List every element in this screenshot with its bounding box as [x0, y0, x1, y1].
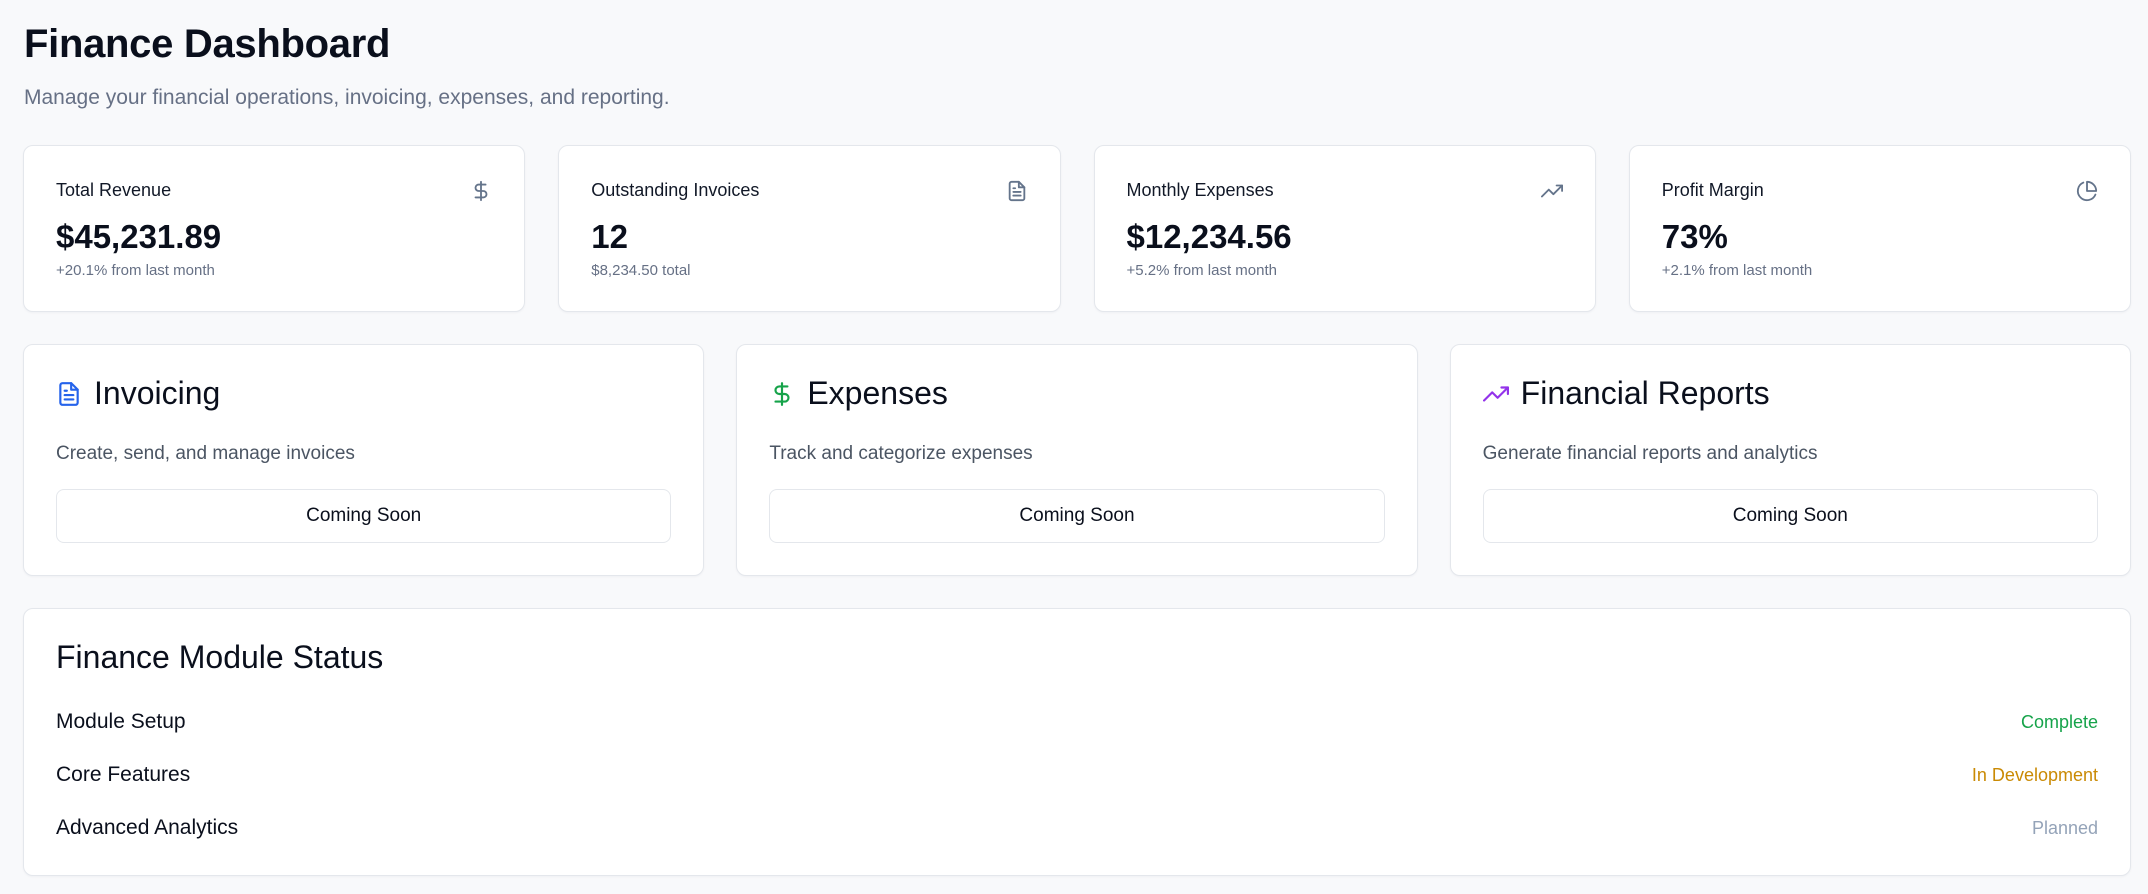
status-badge: Planned [2031, 817, 2098, 838]
module-status-card: Finance Module Status Module Setup Compl… [23, 608, 2131, 876]
expenses-coming-soon-button[interactable]: Coming Soon [769, 489, 1385, 543]
status-badge: Complete [2020, 711, 2098, 732]
status-item-name: Core Features [56, 763, 191, 786]
stat-subtext: +2.1% from last month [1661, 262, 1813, 279]
stat-label: Outstanding Invoices [591, 180, 760, 200]
invoicing-coming-soon-button[interactable]: Coming Soon [56, 489, 672, 543]
stat-label: Monthly Expenses [1126, 180, 1274, 200]
module-description: Generate financial reports and analytics [1482, 443, 1818, 464]
stat-card-outstanding-invoices: Outstanding Invoices 12 $8,234.50 total [558, 145, 1061, 312]
module-card-invoicing: Invoicing Create, send, and manage invoi… [23, 344, 705, 576]
module-title: Financial Reports [1520, 375, 1770, 411]
status-row: Core Features In Development [56, 760, 2098, 790]
stat-label: Total Revenue [56, 180, 172, 200]
stat-value: $12,234.56 [1126, 218, 1292, 255]
finance-dashboard-page: Finance Dashboard Manage your financial … [0, 0, 2148, 894]
trending-up-icon [1540, 180, 1563, 202]
reports-coming-soon-button[interactable]: Coming Soon [1482, 489, 2098, 543]
stat-card-monthly-expenses: Monthly Expenses $12,234.56 +5.2% from l… [1093, 145, 1596, 312]
stat-value: $45,231.89 [56, 218, 222, 255]
status-item-name: Advanced Analytics [56, 816, 239, 839]
module-card-financial-reports: Financial Reports Generate financial rep… [1449, 344, 2131, 576]
modules-grid: Invoicing Create, send, and manage invoi… [23, 344, 2131, 576]
module-card-expenses: Expenses Track and categorize expenses C… [736, 344, 1418, 576]
status-row: Advanced Analytics Planned [56, 813, 2098, 843]
pie-chart-icon [2076, 180, 2098, 202]
status-item-name: Module Setup [56, 710, 186, 733]
dollar-icon [769, 379, 795, 409]
status-title: Finance Module Status [56, 639, 384, 675]
dollar-icon [470, 180, 492, 202]
trending-up-icon [1482, 379, 1509, 409]
stat-value: 73% [1661, 218, 1728, 255]
status-row: Module Setup Complete [56, 707, 2098, 737]
module-description: Track and categorize expenses [769, 443, 1033, 464]
page-subtitle: Manage your financial operations, invoic… [24, 86, 670, 109]
file-text-icon [1006, 180, 1028, 202]
stat-subtext: +5.2% from last month [1126, 262, 1277, 279]
module-title: Invoicing [94, 375, 221, 411]
file-text-icon [56, 379, 82, 409]
stat-card-total-revenue: Total Revenue $45,231.89 +20.1% from las… [23, 145, 526, 312]
stat-subtext: +20.1% from last month [56, 262, 215, 279]
module-description: Create, send, and manage invoices [56, 443, 355, 464]
stats-grid: Total Revenue $45,231.89 +20.1% from las… [23, 145, 2131, 312]
module-title: Expenses [807, 375, 948, 411]
stat-subtext: $8,234.50 total [591, 262, 691, 279]
status-badge: In Development [1971, 764, 2098, 785]
stat-label: Profit Margin [1661, 180, 1764, 200]
page-title: Finance Dashboard [24, 22, 391, 66]
stat-value: 12 [591, 218, 628, 255]
stat-card-profit-margin: Profit Margin 73% +2.1% from last month [1628, 145, 2131, 312]
